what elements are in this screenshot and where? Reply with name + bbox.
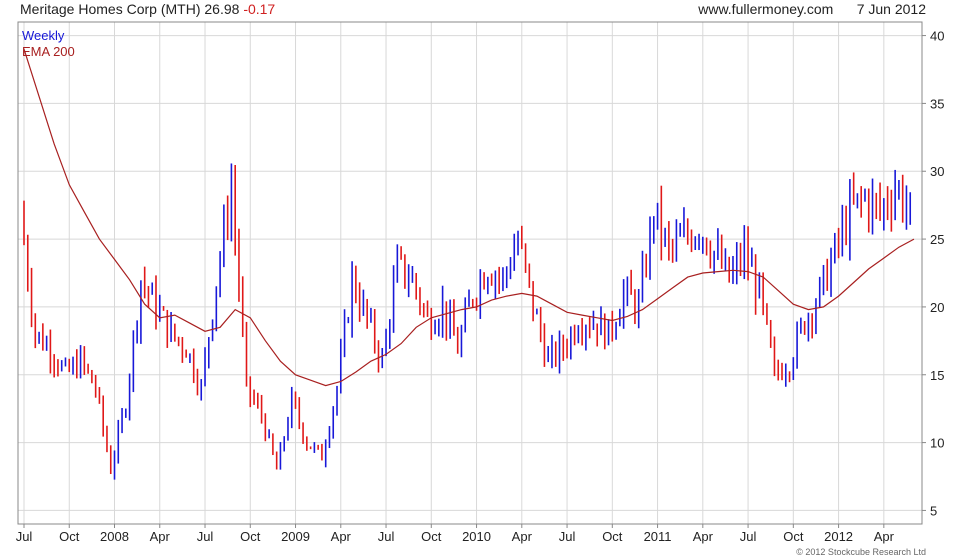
x-tick-label-2: 2008	[100, 529, 129, 544]
y-tick-label-15: 15	[930, 368, 944, 383]
y-axis: 5 10 15 20 25 30 35 40	[922, 29, 944, 518]
x-tick-label-15: Apr	[693, 529, 714, 544]
y-tick-label-5: 5	[930, 503, 937, 518]
x-tick-label-7: Apr	[331, 529, 352, 544]
x-tick-label-12: Jul	[559, 529, 576, 544]
x-axis: Jul Oct 2008 Apr Jul Oct 2009 Apr Jul Oct 2010 Apr J…	[16, 524, 895, 544]
x-tick-label-5: Oct	[240, 529, 261, 544]
x-tick-label-14: 2011	[644, 529, 672, 544]
y-tick-label-20: 20	[930, 300, 944, 315]
x-tick-label-17: Oct	[783, 529, 804, 544]
price-chart: 5 10 15 20 25 30 35 40 Jul Oct 2008 Apr Jul Oct 2009 A…	[16, 21, 944, 557]
y-tick-label-25: 25	[930, 232, 944, 247]
legend-ema: EMA 200	[22, 44, 75, 59]
weekly-candles	[23, 163, 912, 480]
x-tick-label-8: Jul	[378, 529, 395, 544]
x-tick-label-16: Jul	[740, 529, 757, 544]
x-tick-label-3: Apr	[150, 529, 171, 544]
y-tick-label-30: 30	[930, 164, 944, 179]
plot-frame	[17, 21, 923, 525]
x-tick-label-18: 2012	[824, 529, 853, 544]
x-tick-label-19: Apr	[874, 529, 895, 544]
x-tick-label-10: 2010	[462, 529, 491, 544]
x-tick-label-6: 2009	[281, 529, 310, 544]
x-tick-label-0: Jul	[16, 529, 33, 544]
x-tick-label-4: Jul	[197, 529, 214, 544]
ema-layer	[23, 48, 915, 387]
x-tick-label-11: Apr	[512, 529, 533, 544]
x-tick-label-13: Oct	[602, 529, 623, 544]
y-tick-label-40: 40	[930, 29, 944, 44]
ema-200-line	[23, 48, 915, 387]
x-tick-label-1: Oct	[59, 529, 80, 544]
y-tick-label-10: 10	[930, 436, 944, 451]
legend-weekly: Weekly	[22, 28, 65, 43]
y-tick-label-35: 35	[930, 96, 944, 111]
grid-lines	[18, 22, 922, 524]
copyright: © 2012 Stockcube Research Ltd	[796, 547, 926, 557]
x-tick-label-9: Oct	[421, 529, 442, 544]
